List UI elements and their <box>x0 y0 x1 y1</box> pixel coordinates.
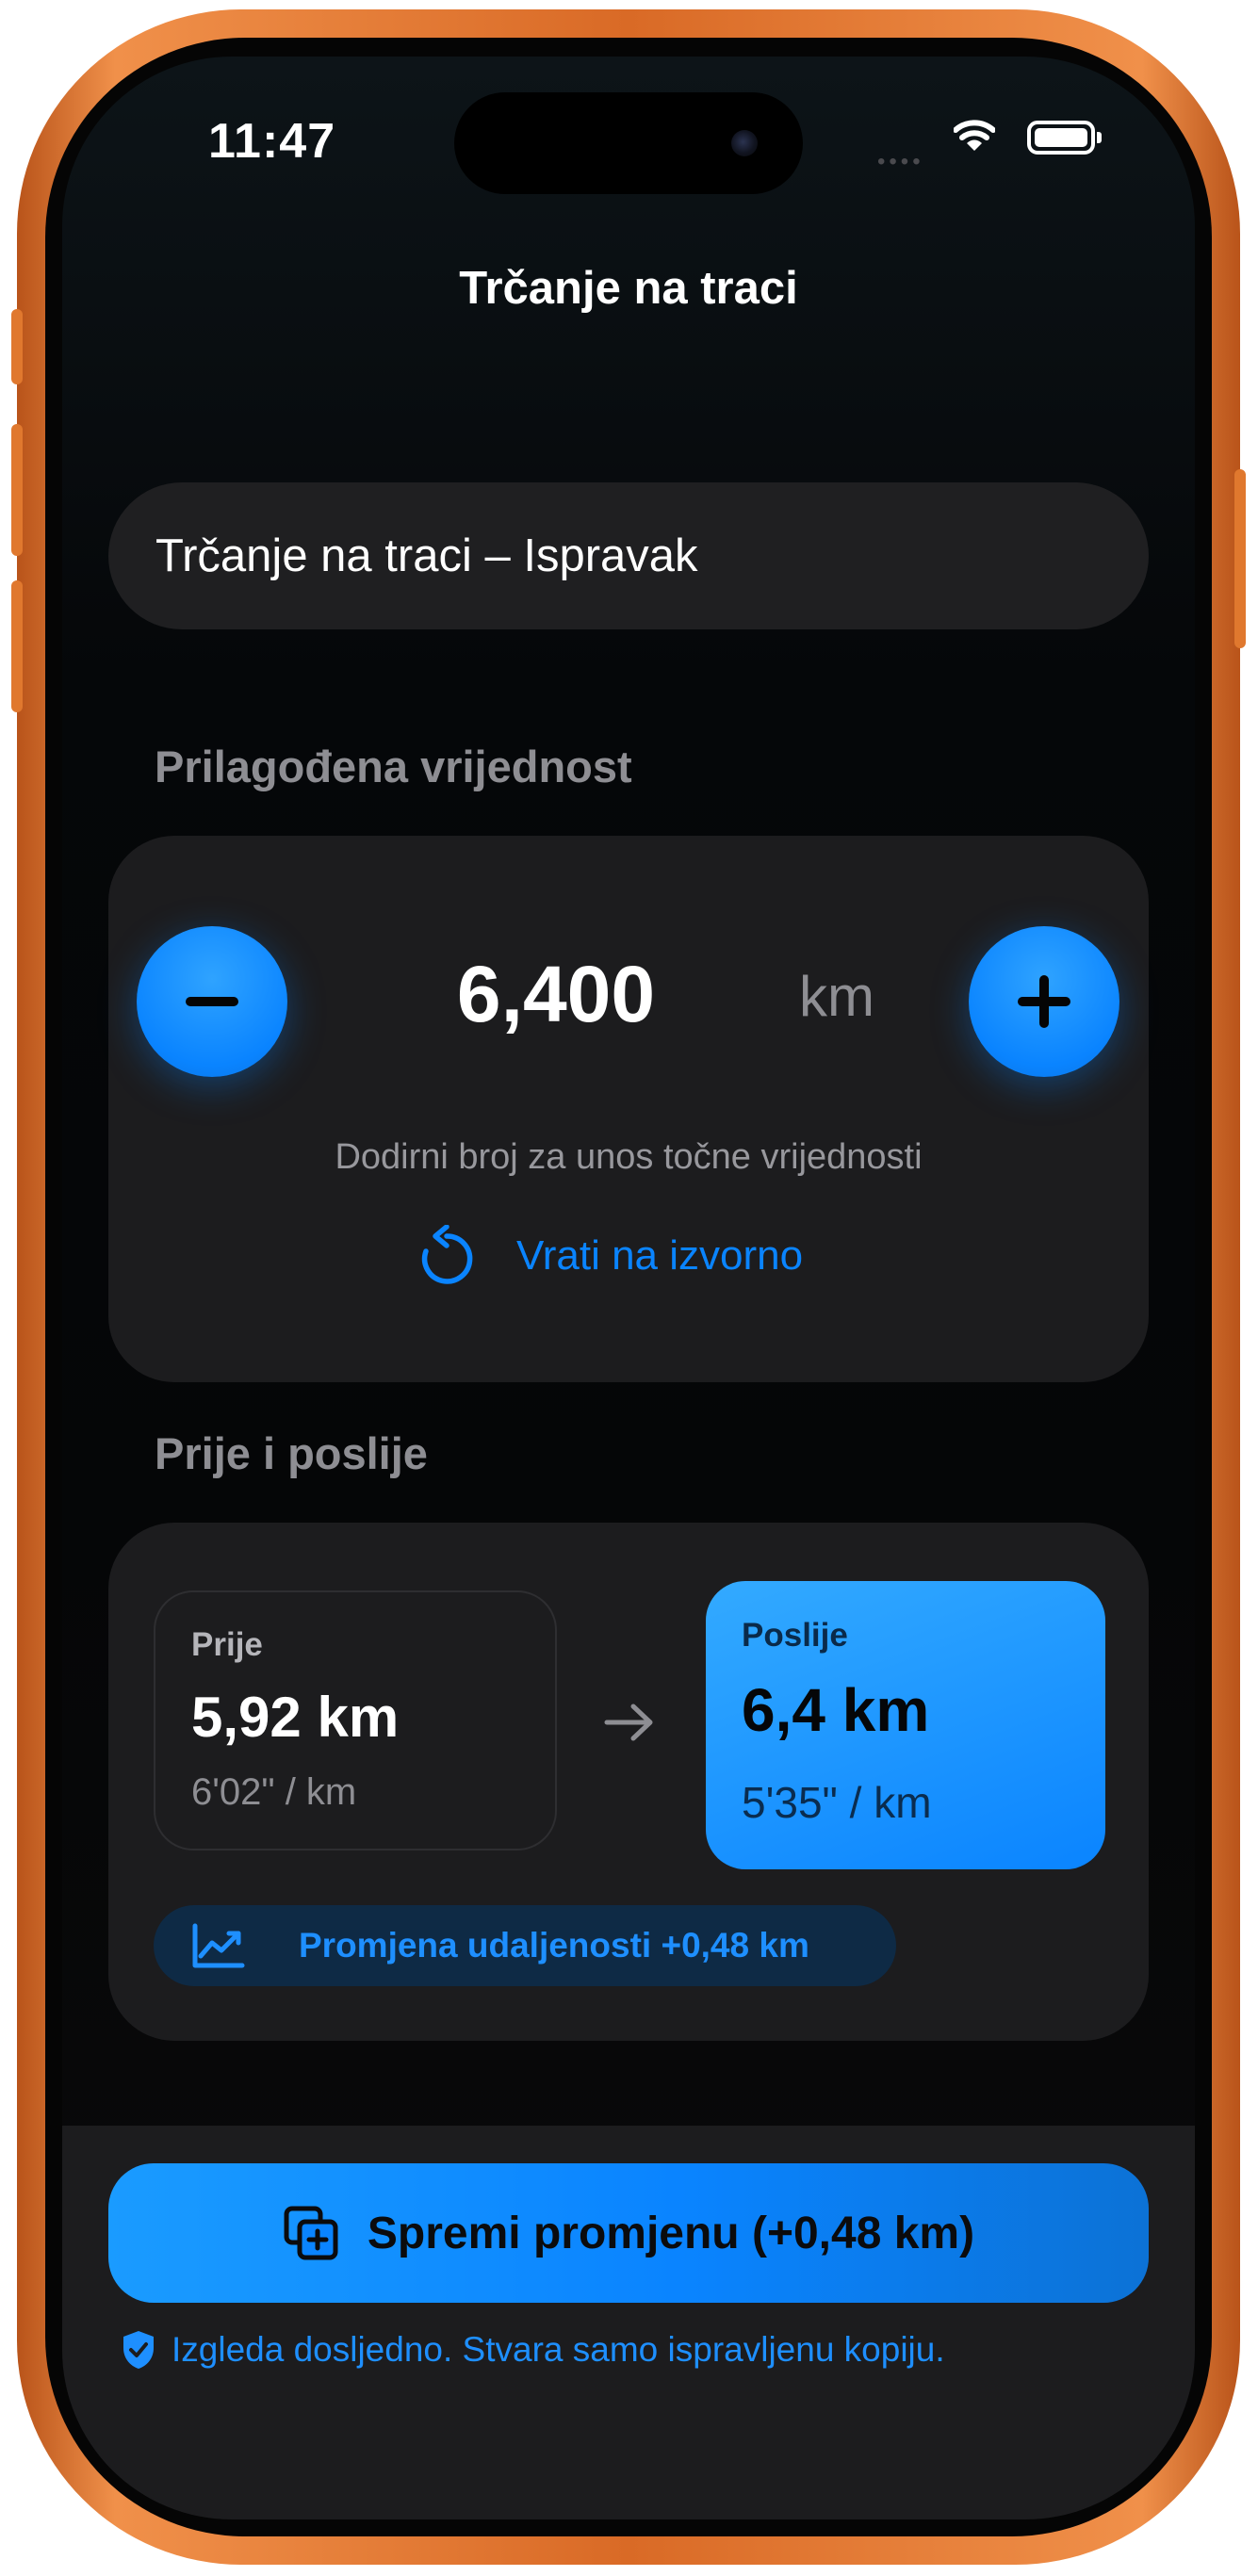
hint-text: Dodirni broj za unos točne vrijednosti <box>335 1137 923 1177</box>
minus-icon <box>186 997 238 1006</box>
safety-note-text: Izgleda dosljedno. Stvara samo ispravlje… <box>172 2330 945 2369</box>
after-caption: Poslije <box>742 1617 848 1654</box>
before-after-section-label: Prije i poslije <box>155 1428 428 1478</box>
save-change-button[interactable]: Spremi promjenu (+0,48 km) <box>108 2163 1149 2303</box>
before-value: 5,92 km <box>191 1686 400 1749</box>
after-value: 6,4 km <box>742 1676 930 1744</box>
screen: 11:47 •••• Trčanje na traci Trčanje na t… <box>62 57 1195 2519</box>
save-change-label: Spremi promjenu (+0,48 km) <box>367 2208 975 2258</box>
distance-value[interactable]: 6,400 <box>391 949 721 1040</box>
dynamic-island <box>454 92 803 194</box>
plus-icon <box>1018 975 1070 1028</box>
distance-unit: km <box>799 965 874 1028</box>
custom-value-section-label: Prilagođena vrijednost <box>155 742 632 791</box>
before-pace: 6'02" / km <box>191 1771 357 1813</box>
trend-up-icon <box>192 1923 245 1968</box>
camera-icon <box>731 130 758 156</box>
reset-button[interactable]: Vrati na izvorno <box>418 1225 803 1287</box>
power-button <box>1234 469 1246 648</box>
reset-icon <box>421 1225 473 1284</box>
safety-note: Izgleda dosljedno. Stvara samo ispravlje… <box>121 2329 945 2371</box>
before-caption: Prije <box>191 1626 263 1663</box>
status-time: 11:47 <box>208 114 336 169</box>
arrow-right-icon <box>604 1704 653 1741</box>
distance-change-badge: Promjena udaljenosti +0,48 km <box>154 1905 896 1986</box>
before-box: Prije 5,92 km 6'02" / km <box>154 1590 557 1850</box>
signal-icon: •••• <box>877 149 924 174</box>
status-bar: 11:47 •••• <box>62 57 1195 198</box>
workout-name-field[interactable]: Trčanje na traci – Ispravak <box>108 482 1149 629</box>
volume-up-button <box>11 424 23 556</box>
after-pace: 5'35" / km <box>742 1778 932 1827</box>
shield-check-icon <box>123 2331 154 2369</box>
reset-label: Vrati na izvorno <box>516 1232 804 1279</box>
increment-button[interactable] <box>969 926 1119 1077</box>
duplicate-plus-icon <box>284 2206 338 2260</box>
before-after-card: Prije 5,92 km 6'02" / km Poslije 6,4 km … <box>108 1523 1149 2041</box>
decrement-button[interactable] <box>137 926 287 1077</box>
page-title: Trčanje na traci <box>459 263 798 314</box>
after-box: Poslije 6,4 km 5'35" / km <box>706 1581 1105 1869</box>
battery-icon <box>1027 121 1102 155</box>
custom-value-card: 6,400 km Dodirni broj za unos točne vrij… <box>108 836 1149 1382</box>
wifi-icon <box>954 120 995 151</box>
distance-change-label: Promjena udaljenosti +0,48 km <box>299 1926 809 1965</box>
action-button <box>11 309 23 384</box>
volume-down-button <box>11 580 23 712</box>
